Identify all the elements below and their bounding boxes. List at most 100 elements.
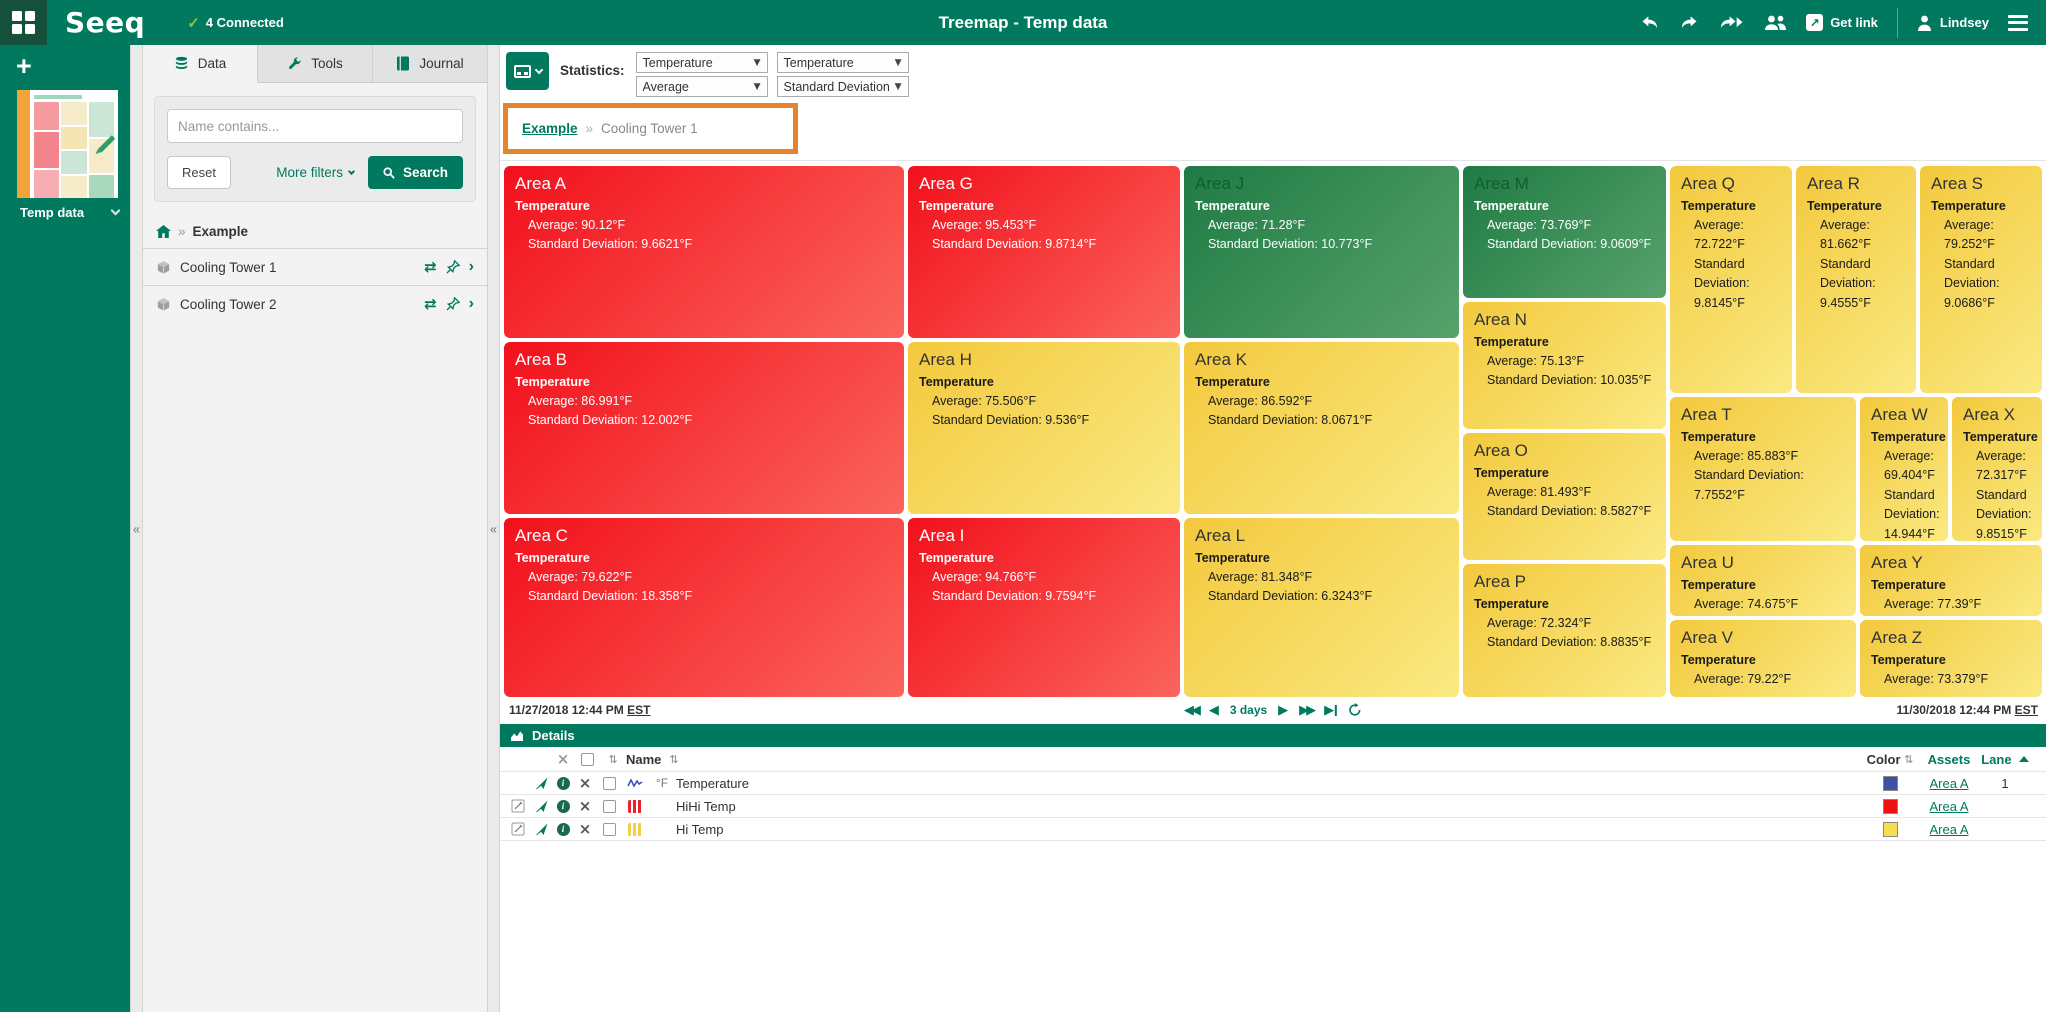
worksheet-label[interactable]: Temp data bbox=[20, 205, 130, 220]
signal-select-2[interactable]: Temperature▼ bbox=[777, 52, 909, 73]
color-swatch[interactable] bbox=[1864, 776, 1916, 791]
rail-collapse-gutter[interactable]: « bbox=[130, 45, 143, 1012]
treemap-tile-area-u[interactable]: Area UTemperatureAverage: 74.675°F bbox=[1670, 545, 1856, 616]
remove-all-icon[interactable]: × bbox=[552, 750, 574, 768]
add-worksheet-button[interactable]: + bbox=[0, 45, 44, 90]
info-icon[interactable]: i bbox=[552, 800, 574, 813]
timezone-link[interactable]: EST bbox=[2015, 703, 2038, 717]
step-forward-full-icon[interactable]: ▶▶ bbox=[1299, 703, 1313, 718]
treemap-tile-area-q[interactable]: Area QTemperatureAverage: 72.722°FStanda… bbox=[1670, 166, 1792, 393]
sort-icon[interactable]: ⇅ bbox=[600, 753, 626, 766]
treemap-tile-area-m[interactable]: Area MTemperatureAverage: 73.769°FStanda… bbox=[1463, 166, 1666, 298]
hamburger-menu-icon[interactable] bbox=[2008, 11, 2028, 34]
edit-icon[interactable] bbox=[506, 822, 530, 836]
statistic-select-2[interactable]: Standard Deviation▼ bbox=[777, 76, 909, 97]
tab-tools[interactable]: Tools bbox=[258, 45, 373, 82]
row-checkbox[interactable] bbox=[596, 823, 622, 836]
swap-icon[interactable]: ⇄ bbox=[424, 258, 437, 276]
more-filters-link[interactable]: More filters bbox=[276, 165, 354, 180]
treemap-tile-area-z[interactable]: Area ZTemperatureAverage: 73.379°F bbox=[1860, 620, 2042, 697]
pin-icon[interactable] bbox=[446, 260, 460, 274]
treemap-tile-area-p[interactable]: Area PTemperatureAverage: 72.324°FStanda… bbox=[1463, 564, 1666, 697]
select-all-checkbox[interactable] bbox=[574, 753, 600, 766]
chevron-right-icon[interactable]: › bbox=[469, 258, 474, 276]
step-to-end-icon[interactable]: ▶ bbox=[1324, 703, 1337, 718]
treemap-tile-area-g[interactable]: Area GTemperatureAverage: 95.453°FStanda… bbox=[908, 166, 1180, 338]
timezone-link[interactable]: EST bbox=[627, 703, 650, 717]
reset-button[interactable]: Reset bbox=[167, 156, 231, 189]
search-button[interactable]: Search bbox=[368, 156, 463, 189]
treemap-tile-area-k[interactable]: Area KTemperatureAverage: 86.592°FStanda… bbox=[1184, 342, 1459, 514]
edit-icon[interactable] bbox=[506, 799, 530, 813]
pin-icon[interactable] bbox=[446, 297, 460, 311]
treemap-tile-area-b[interactable]: Area BTemperatureAverage: 86.991°FStanda… bbox=[504, 342, 904, 514]
asset-link[interactable]: Area A bbox=[1916, 776, 1982, 791]
swap-icon[interactable]: ⇄ bbox=[424, 295, 437, 313]
remove-icon[interactable]: × bbox=[574, 797, 596, 815]
color-swatch[interactable] bbox=[1864, 822, 1916, 837]
duration-label[interactable]: 3 days bbox=[1230, 703, 1267, 717]
lane-value: 1 bbox=[1982, 776, 2028, 791]
worksheet-thumbnail[interactable] bbox=[17, 90, 130, 198]
info-icon[interactable]: i bbox=[552, 823, 574, 836]
step-back-full-icon[interactable]: ◀◀ bbox=[1184, 703, 1198, 718]
color-swatch[interactable] bbox=[1864, 799, 1916, 814]
search-input[interactable] bbox=[167, 109, 463, 143]
undo-icon[interactable] bbox=[1640, 13, 1660, 33]
treemap-tile-area-w[interactable]: Area WTemperatureAverage: 69.404°FStanda… bbox=[1860, 397, 1948, 541]
investigate-icon[interactable] bbox=[530, 823, 552, 836]
statistic-select-1[interactable]: Average▼ bbox=[636, 76, 768, 97]
treemap-tile-area-c[interactable]: Area CTemperatureAverage: 79.622°FStanda… bbox=[504, 518, 904, 697]
step-back-icon[interactable]: ◀ bbox=[1209, 703, 1219, 718]
treemap-tile-area-v[interactable]: Area VTemperatureAverage: 79.22°F bbox=[1670, 620, 1856, 697]
treemap-tile-area-s[interactable]: Area STemperatureAverage: 79.252°FStanda… bbox=[1920, 166, 2042, 393]
connection-status[interactable]: ✓ 4 Connected bbox=[187, 14, 284, 32]
treemap-tile-area-x[interactable]: Area XTemperatureAverage: 72.317°FStanda… bbox=[1952, 397, 2042, 541]
treemap-tile-area-n[interactable]: Area NTemperatureAverage: 75.13°FStandar… bbox=[1463, 302, 1666, 429]
remove-icon[interactable]: × bbox=[574, 820, 596, 838]
treemap-tile-area-t[interactable]: Area TTemperatureAverage: 85.883°FStanda… bbox=[1670, 397, 1856, 541]
treemap-tile-area-j[interactable]: Area JTemperatureAverage: 71.28°FStandar… bbox=[1184, 166, 1459, 338]
investigate-icon[interactable] bbox=[530, 777, 552, 790]
panel-collapse-gutter[interactable]: « bbox=[487, 45, 500, 1012]
treemap-tile-area-i[interactable]: Area ITemperatureAverage: 94.766°FStanda… bbox=[908, 518, 1180, 697]
column-assets[interactable]: Assets bbox=[1916, 752, 1982, 767]
asset-link[interactable]: Area A bbox=[1916, 822, 1982, 837]
chevron-right-icon[interactable]: › bbox=[469, 295, 474, 313]
treemap-tile-area-o[interactable]: Area OTemperatureAverage: 81.493°FStanda… bbox=[1463, 433, 1666, 560]
investigate-icon[interactable] bbox=[530, 800, 552, 813]
tab-data[interactable]: Data bbox=[143, 45, 258, 83]
remove-icon[interactable]: × bbox=[574, 774, 596, 792]
row-checkbox[interactable] bbox=[596, 777, 622, 790]
fast-forward-icon[interactable] bbox=[1718, 13, 1745, 33]
sort-icon[interactable]: ⇅ bbox=[1904, 753, 1913, 766]
tree-item-cooling-tower-2[interactable]: Cooling Tower 2 ⇄ › bbox=[143, 285, 487, 322]
tab-journal[interactable]: Journal bbox=[373, 45, 487, 82]
user-menu[interactable]: Lindsey bbox=[1917, 15, 1989, 31]
range-start[interactable]: 11/27/2018 12:44 PM EST bbox=[509, 703, 650, 717]
app-launcher-button[interactable] bbox=[0, 0, 47, 45]
asset-link[interactable]: Area A bbox=[1916, 799, 1982, 814]
info-icon[interactable]: i bbox=[552, 777, 574, 790]
tile-signal-label: Temperature bbox=[1474, 335, 1655, 349]
signal-select-1[interactable]: Temperature▼ bbox=[636, 52, 768, 73]
tree-item-cooling-tower-1[interactable]: Cooling Tower 1 ⇄ › bbox=[143, 248, 487, 285]
refresh-icon[interactable] bbox=[1348, 703, 1362, 717]
sort-asc-icon[interactable] bbox=[2019, 756, 2029, 762]
treemap-tile-area-l[interactable]: Area LTemperatureAverage: 81.348°FStanda… bbox=[1184, 518, 1459, 697]
step-forward-icon[interactable]: ▶ bbox=[1278, 703, 1288, 718]
row-checkbox[interactable] bbox=[596, 800, 622, 813]
range-end[interactable]: 11/30/2018 12:44 PM EST bbox=[1897, 703, 2038, 717]
breadcrumb[interactable]: » Example bbox=[143, 215, 487, 248]
treemap-tile-area-h[interactable]: Area HTemperatureAverage: 75.506°FStanda… bbox=[908, 342, 1180, 514]
get-link-button[interactable]: ↗ Get link bbox=[1806, 14, 1878, 31]
breadcrumb-link[interactable]: Example bbox=[522, 121, 578, 136]
view-mode-button[interactable] bbox=[506, 52, 549, 90]
treemap-tile-area-y[interactable]: Area YTemperatureAverage: 77.39°F bbox=[1860, 545, 2042, 616]
treemap-tile-area-a[interactable]: Area ATemperatureAverage: 90.12°FStandar… bbox=[504, 166, 904, 338]
redo-icon[interactable] bbox=[1679, 13, 1699, 33]
details-header[interactable]: Details bbox=[500, 724, 2046, 747]
users-icon[interactable] bbox=[1764, 14, 1787, 31]
sort-icon[interactable]: ⇅ bbox=[669, 753, 678, 766]
treemap-tile-area-r[interactable]: Area RTemperatureAverage: 81.662°FStanda… bbox=[1796, 166, 1916, 393]
